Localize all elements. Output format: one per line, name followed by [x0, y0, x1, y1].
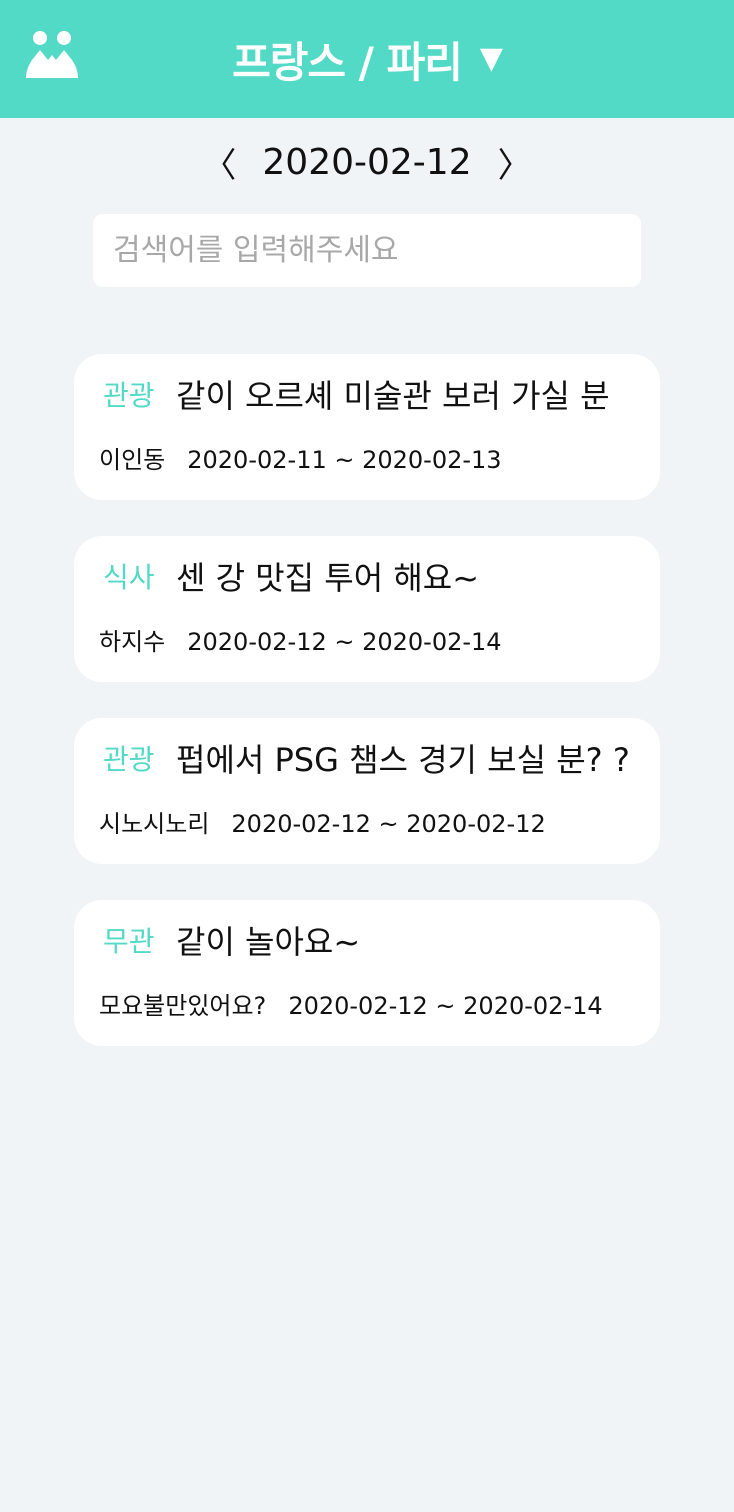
post-period: 2020-02-11 ~ 2020-02-13 — [187, 446, 502, 474]
post-period: 2020-02-12 ~ 2020-02-12 — [231, 810, 546, 838]
date-navigator: 〈 2020-02-12 〉 — [0, 136, 734, 188]
post-list: 관광 같이 오르셰 미술관 보러 가실 분 이인동 2020-02-11 ~ 20… — [74, 354, 660, 1082]
post-meta: 이인동 2020-02-11 ~ 2020-02-13 — [99, 444, 502, 476]
post-category: 관광 — [103, 379, 155, 412]
current-date: 2020-02-12 — [262, 141, 472, 183]
post-card[interactable]: 관광 같이 오르셰 미술관 보러 가실 분 이인동 2020-02-11 ~ 20… — [74, 354, 660, 500]
location-selector[interactable]: 프랑스 / 파리 ▼ — [0, 0, 734, 118]
post-category: 무관 — [103, 925, 155, 958]
next-date-button[interactable]: 〉 — [478, 138, 552, 187]
post-title: 같이 오르셰 미술관 보러 가실 분 — [176, 377, 610, 415]
post-meta: 모요불만있어요? 2020-02-12 ~ 2020-02-14 — [99, 990, 603, 1022]
caret-down-icon: ▼ — [479, 41, 503, 76]
post-author: 모요불만있어요? — [99, 992, 267, 1020]
post-meta: 하지수 2020-02-12 ~ 2020-02-14 — [99, 626, 502, 658]
post-author: 시노시노리 — [99, 810, 210, 838]
post-card[interactable]: 무관 같이 놀아요~ 모요불만있어요? 2020-02-12 ~ 2020-02-… — [74, 900, 660, 1046]
app-header: 프랑스 / 파리 ▼ — [0, 0, 734, 118]
post-title: 센 강 맛집 투어 해요~ — [176, 559, 480, 597]
post-author: 하지수 — [99, 628, 166, 656]
location-title: 프랑스 / 파리 — [232, 37, 463, 87]
post-card[interactable]: 식사 센 강 맛집 투어 해요~ 하지수 2020-02-12 ~ 2020-02… — [74, 536, 660, 682]
post-author: 이인동 — [99, 446, 166, 474]
post-card[interactable]: 관광 펍에서 PSG 챔스 경기 보실 분? ? 시노시노리 2020-02-12… — [74, 718, 660, 864]
post-period: 2020-02-12 ~ 2020-02-14 — [187, 628, 502, 656]
post-category: 식사 — [103, 561, 155, 594]
post-category: 관광 — [103, 743, 155, 776]
post-title: 같이 놀아요~ — [176, 923, 361, 961]
post-meta: 시노시노리 2020-02-12 ~ 2020-02-12 — [99, 808, 546, 840]
prev-date-button[interactable]: 〈 — [182, 138, 256, 187]
post-period: 2020-02-12 ~ 2020-02-14 — [288, 992, 603, 1020]
post-title: 펍에서 PSG 챔스 경기 보실 분? ? — [176, 741, 630, 779]
search-input[interactable] — [93, 214, 641, 287]
